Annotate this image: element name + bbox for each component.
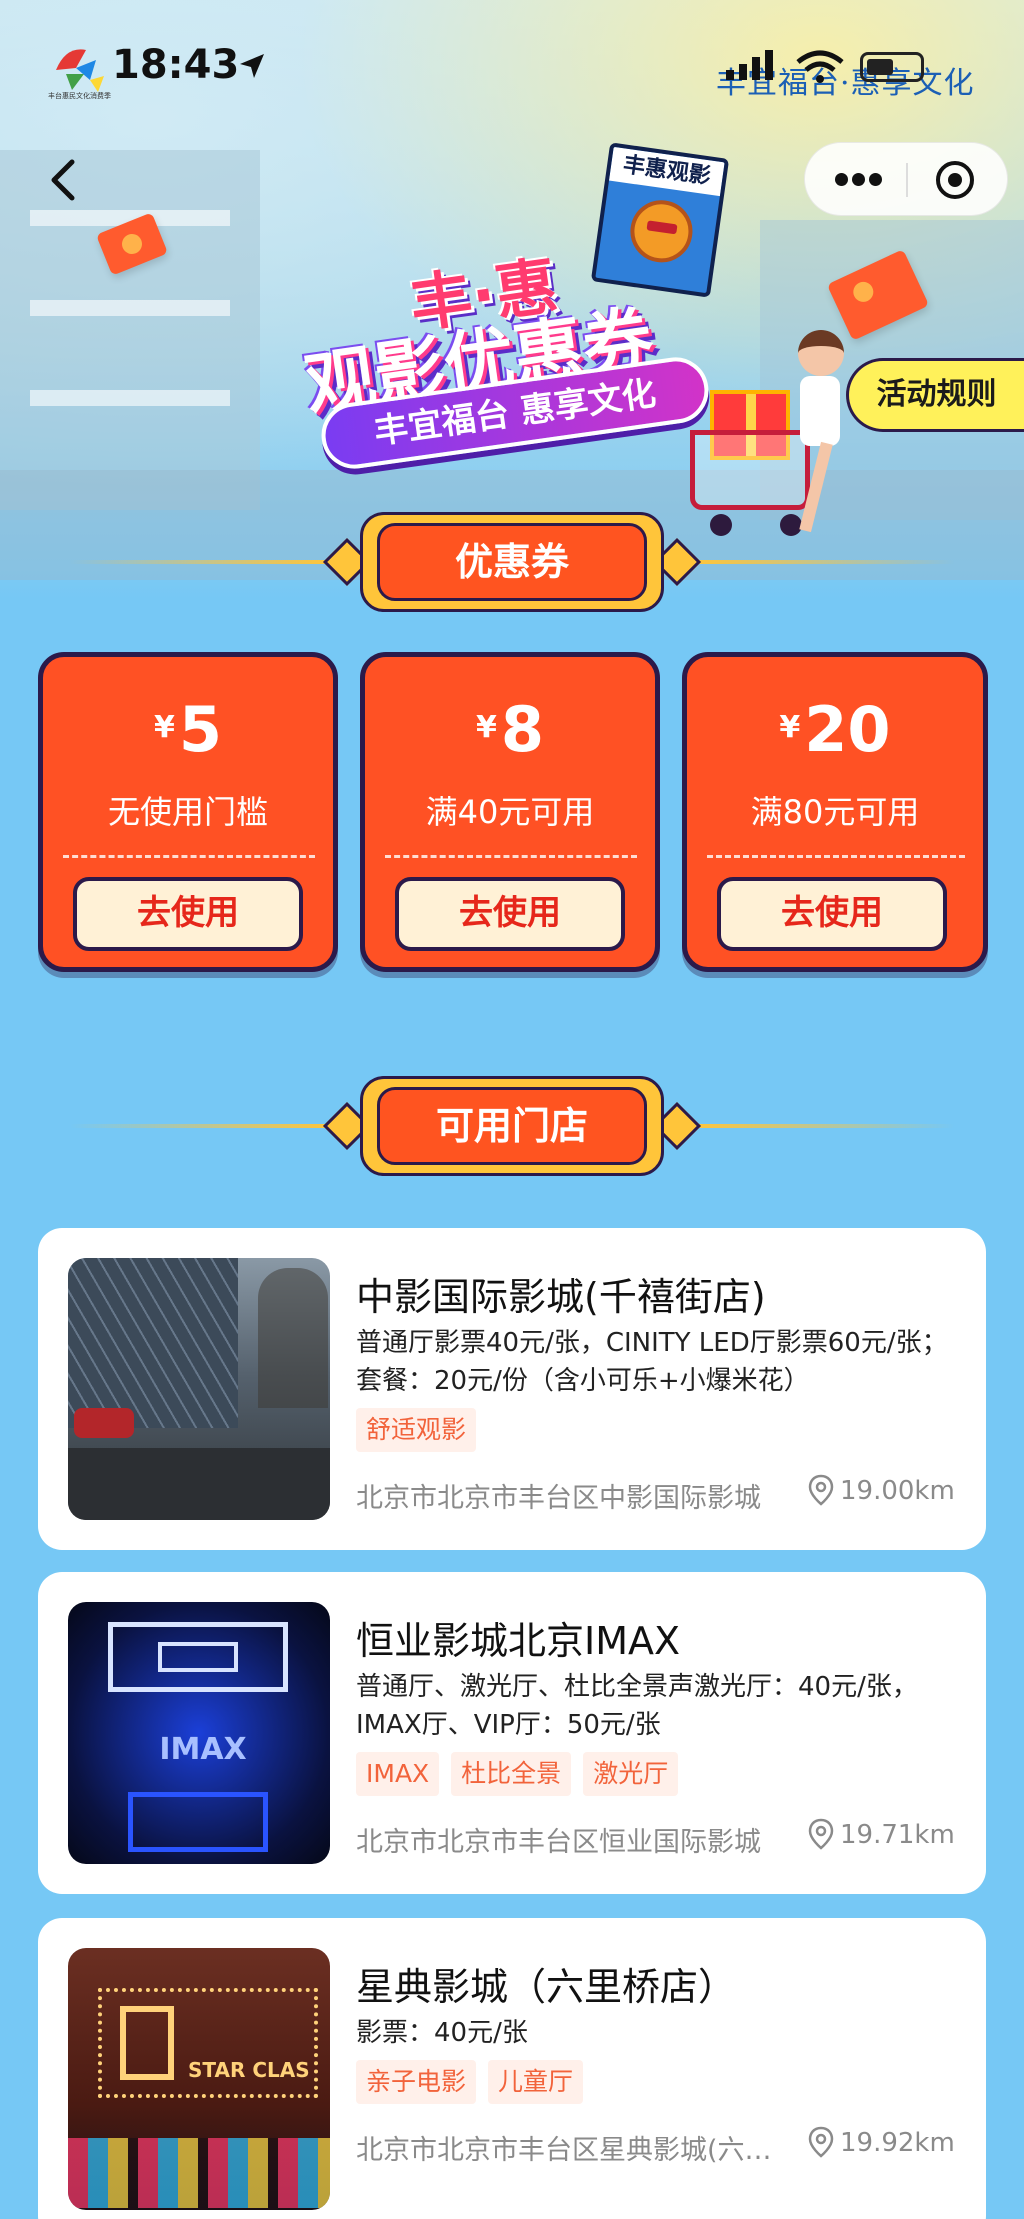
star-class-sign: STAR CLAS xyxy=(188,2058,310,2082)
store-photo: STAR CLAS xyxy=(68,1948,330,2210)
wifi-icon xyxy=(796,50,844,83)
location-pin-icon xyxy=(808,2126,834,2158)
location-pin-icon xyxy=(808,1818,834,1850)
coupon-amount: ¥20 xyxy=(687,693,983,766)
use-coupon-button[interactable]: 去使用 xyxy=(73,877,303,951)
currency-symbol: ¥ xyxy=(475,710,497,745)
coupon-value: 8 xyxy=(500,693,544,766)
imax-sign: IMAX xyxy=(159,1732,247,1767)
store-description: 普通厅影票40元/张，CINITY LED厅影票60元/张；套餐：20元/份（含… xyxy=(356,1328,948,1396)
header-line xyxy=(70,560,330,564)
coupon-amount: ¥5 xyxy=(43,693,333,766)
store-description: 普通厅、激光厅、杜比全景声激光厅：40元/张，IMAX厅、VIP厅：50元/张 xyxy=(356,1672,918,1740)
coupon-condition: 满80元可用 xyxy=(750,793,920,831)
store-tag: 杜比全景 xyxy=(451,1752,572,1796)
coupon-list: ¥5 无使用门槛 去使用 ¥8 满40元可用 去使用 ¥20 满80元可用 去使… xyxy=(0,652,1024,982)
coupon-value: 5 xyxy=(178,693,222,766)
poster-label: 丰惠观影 xyxy=(608,146,725,197)
store-card[interactable]: 中影国际影城(千禧街店) 普通厅影票40元/张，CINITY LED厅影票60元… xyxy=(38,1228,986,1550)
girl-head xyxy=(798,330,844,376)
store-tag: 儿童厅 xyxy=(488,2060,584,2104)
store-photo: IMAX xyxy=(68,1602,330,1864)
neon-lights xyxy=(68,2138,330,2208)
coupon-condition: 无使用门槛 xyxy=(107,793,268,831)
store-address: 北京市北京市丰台区中影国际影城 xyxy=(356,1483,761,1514)
store-description: 影票：40元/张 xyxy=(356,2018,528,2048)
store-name: 中影国际影城(千禧街店) xyxy=(356,1275,766,1319)
mall-shelf xyxy=(30,300,230,316)
store-distance: 19.00km xyxy=(840,1476,955,1506)
coupon-amount: ¥8 xyxy=(365,693,655,766)
tree xyxy=(258,1268,328,1408)
coupon-divider xyxy=(385,855,637,858)
coupon-card: ¥5 无使用门槛 去使用 xyxy=(38,652,338,972)
coupon-section-header: 优惠券 xyxy=(0,512,1024,612)
coupon-value: 20 xyxy=(804,693,891,766)
ceiling-frame xyxy=(158,1642,238,1672)
shopping-cart-icon xyxy=(690,430,810,510)
car xyxy=(74,1408,134,1438)
header-line xyxy=(70,1124,330,1128)
section-title: 优惠券 xyxy=(377,523,647,601)
close-target-icon[interactable] xyxy=(936,161,974,199)
road xyxy=(68,1448,330,1520)
section-title: 可用门店 xyxy=(377,1087,647,1165)
coupon-divider xyxy=(63,855,315,858)
store-tag: 舒适观影 xyxy=(356,1408,477,1452)
mini-program-capsule xyxy=(804,142,1008,216)
header-line xyxy=(694,1124,954,1128)
header-line xyxy=(694,560,954,564)
store-tags: IMAX 杜比全景 激光厅 xyxy=(356,1752,679,1796)
store-address: 北京市北京市丰台区恒业国际影城 xyxy=(356,1827,761,1858)
use-coupon-button[interactable]: 去使用 xyxy=(395,877,625,951)
coupon-condition: 满40元可用 xyxy=(425,793,595,831)
store-card[interactable]: IMAX 恒业影城北京IMAX 普通厅、激光厅、杜比全景声激光厅：40元/张，I… xyxy=(38,1572,986,1894)
activity-rules-button[interactable]: 活动规则 xyxy=(846,358,1024,432)
battery-icon xyxy=(860,52,924,82)
capsule-divider xyxy=(906,163,908,197)
store-card[interactable]: STAR CLAS 星典影城（六里桥店） 影票：40元/张 亲子电影 儿童厅 北… xyxy=(38,1918,986,2219)
star-logo-glyph xyxy=(120,2006,174,2080)
glass-facade xyxy=(68,1258,238,1428)
use-coupon-button[interactable]: 去使用 xyxy=(717,877,947,951)
store-tag: 激光厅 xyxy=(583,1752,679,1796)
mall-shelf xyxy=(30,390,230,406)
store-tag: IMAX xyxy=(356,1752,440,1796)
currency-symbol: ¥ xyxy=(779,710,801,745)
store-tags: 舒适观影 xyxy=(356,1408,477,1452)
coupon-card: ¥20 满80元可用 去使用 xyxy=(682,652,988,972)
store-name: 恒业影城北京IMAX xyxy=(356,1619,681,1663)
store-photo xyxy=(68,1258,330,1520)
cellular-signal-icon xyxy=(726,50,773,80)
back-arrow-icon[interactable] xyxy=(44,156,84,204)
section-title-plate: 优惠券 xyxy=(360,512,664,612)
store-section-header: 可用门店 xyxy=(0,1076,1024,1176)
more-icon[interactable] xyxy=(835,173,882,187)
section-title-plate: 可用门店 xyxy=(360,1076,664,1176)
location-pin-icon xyxy=(808,1474,834,1506)
coupon-divider xyxy=(707,855,965,858)
coupon-card: ¥8 满40元可用 去使用 xyxy=(360,652,660,972)
location-arrow-icon xyxy=(240,54,264,78)
store-tags: 亲子电影 儿童厅 xyxy=(356,2060,584,2104)
store-name: 星典影城（六里桥店） xyxy=(356,1965,737,2009)
clock-time: 18:43 xyxy=(112,42,240,88)
logo-caption: 丰台惠民文化消费季 xyxy=(48,91,111,100)
festival-logo-icon: 丰台惠民文化消费季 xyxy=(48,49,111,100)
store-address: 北京市北京市丰台区星典影城(六里桥店) xyxy=(356,2135,796,2166)
currency-symbol: ¥ xyxy=(153,710,175,745)
status-bar: 丰台惠民文化消费季 18:43 丰宜福台·惠享文化 xyxy=(0,0,1024,130)
floor-pattern xyxy=(128,1792,268,1852)
store-distance: 19.92km xyxy=(840,2128,955,2158)
girl-body xyxy=(800,376,840,446)
store-tag: 亲子电影 xyxy=(356,2060,477,2104)
store-distance: 19.71km xyxy=(840,1820,955,1850)
mall-background xyxy=(0,150,260,510)
